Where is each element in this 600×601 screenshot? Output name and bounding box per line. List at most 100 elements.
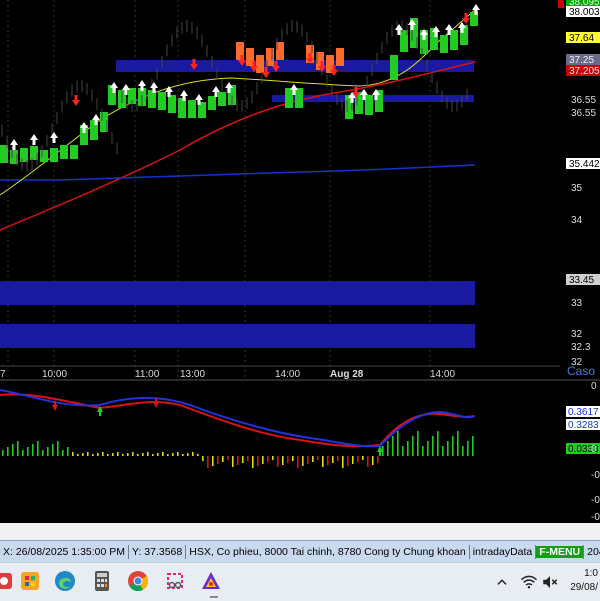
price-label-text: 34 bbox=[571, 215, 583, 226]
price-axis-label: 33 bbox=[571, 298, 583, 309]
histogram-bar bbox=[222, 456, 224, 462]
histogram-bar bbox=[417, 431, 419, 456]
histogram-bar bbox=[277, 456, 279, 467]
candle-bar bbox=[158, 92, 166, 110]
histogram-bar bbox=[472, 436, 474, 456]
histogram-bar bbox=[57, 441, 59, 456]
histogram-bar bbox=[22, 450, 24, 456]
histogram-bar bbox=[287, 456, 289, 463]
indicator-axis-label: -0 bbox=[591, 495, 600, 506]
histogram-bar bbox=[42, 450, 44, 456]
histogram-bar bbox=[387, 441, 389, 456]
amibroker-icon[interactable] bbox=[199, 569, 223, 593]
status-bar: X: 26/08/2025 1:35:00 PM Y: 37.3568 HSX,… bbox=[0, 540, 600, 563]
histogram-bar bbox=[317, 456, 319, 460]
calculator-icon[interactable] bbox=[90, 569, 114, 593]
price-axis-label: 36.55 bbox=[571, 108, 596, 119]
indicator-axis-text: -0 bbox=[591, 470, 600, 481]
histogram-bar bbox=[252, 456, 254, 468]
time-axis-label: Aug 28 bbox=[330, 369, 364, 380]
histogram-bar bbox=[212, 456, 214, 466]
histogram-bar bbox=[12, 444, 14, 456]
histogram-bar bbox=[177, 452, 179, 456]
speaker-muted-icon[interactable] bbox=[541, 573, 559, 591]
price-chart[interactable]: 38.095 38.003 37.64 37.25 37.205 36.55 36.55 35… bbox=[0, 0, 600, 523]
histogram-bar bbox=[192, 452, 194, 456]
indicator-axis-label: -0 bbox=[591, 470, 600, 481]
store-app-icon[interactable] bbox=[18, 569, 42, 593]
time-axis-label: 7 bbox=[0, 369, 6, 380]
wifi-icon[interactable] bbox=[520, 573, 538, 591]
status-coords-x: X: 26/08/2025 1:35:00 PM bbox=[3, 546, 126, 558]
histogram-bar bbox=[87, 452, 89, 456]
time-axis: 7 10:00 11:00 13:00 14:00 Aug 28 14:00 bbox=[0, 369, 455, 380]
histogram-bar bbox=[422, 446, 424, 456]
histogram-bar bbox=[147, 452, 149, 456]
histogram-bar bbox=[247, 456, 249, 461]
histogram-bar bbox=[17, 441, 19, 456]
histogram-bar bbox=[172, 453, 174, 456]
taskbar-clock[interactable]: 1:0 29/08/ bbox=[570, 567, 598, 595]
histogram-bar bbox=[7, 447, 9, 456]
price-label-text: 33 bbox=[571, 298, 583, 309]
histogram-bar bbox=[397, 431, 399, 456]
histogram-bar bbox=[197, 454, 199, 456]
histogram-bar bbox=[352, 456, 354, 464]
histogram-bar bbox=[227, 456, 229, 460]
snipping-tool-icon[interactable] bbox=[163, 569, 187, 593]
candle-bars bbox=[0, 12, 478, 172]
candle-bar bbox=[390, 55, 398, 80]
status-zoom: 204% bbox=[587, 546, 600, 558]
candle-bar bbox=[295, 88, 303, 108]
histogram-bar bbox=[112, 453, 114, 456]
indicator-axis-label: 0.3617 bbox=[566, 406, 600, 418]
histogram-bar bbox=[82, 453, 84, 456]
candle-bar bbox=[365, 95, 373, 115]
edge-browser-icon[interactable] bbox=[53, 569, 77, 593]
price-zone bbox=[0, 324, 475, 348]
histogram-bar bbox=[342, 456, 344, 468]
histogram-bar bbox=[467, 441, 469, 456]
histogram-bar bbox=[92, 454, 94, 456]
indicator-axis: 000.36170.32830.03330-0-0-0 bbox=[566, 381, 600, 523]
histogram-bar bbox=[307, 456, 309, 464]
histogram-bar bbox=[442, 446, 444, 456]
histogram-bar bbox=[32, 444, 34, 456]
histogram-bar bbox=[237, 456, 239, 465]
candle-bar bbox=[40, 150, 48, 162]
histogram-bar bbox=[232, 456, 234, 467]
histogram-bar bbox=[457, 431, 459, 456]
histogram-bar bbox=[97, 453, 99, 456]
histogram-bar bbox=[362, 456, 364, 460]
histogram-bar bbox=[157, 453, 159, 456]
histogram-bar bbox=[347, 456, 349, 466]
chrome-browser-icon[interactable] bbox=[126, 569, 150, 593]
indicator-axis-text: -0 bbox=[591, 512, 600, 523]
taskbar: 1:0 29/08/ bbox=[0, 562, 600, 601]
histogram-bar bbox=[107, 454, 109, 456]
active-app-indicator bbox=[210, 596, 218, 598]
chart-canvas: 38.09538.00337.6437.2537.20536.5536.5535… bbox=[0, 0, 600, 523]
candle-bar bbox=[188, 100, 196, 118]
candle-bar bbox=[208, 96, 216, 110]
price-zone bbox=[0, 281, 475, 305]
histogram-bar bbox=[162, 452, 164, 456]
histogram-bar bbox=[327, 456, 329, 465]
photo-app-icon[interactable] bbox=[0, 569, 16, 593]
histogram-bar bbox=[102, 452, 104, 456]
histogram-bar bbox=[402, 446, 404, 456]
ma-blue-line bbox=[0, 164, 476, 181]
histogram-bar bbox=[322, 456, 324, 467]
time-axis-label: 14:00 bbox=[430, 369, 455, 380]
histogram-bar bbox=[132, 452, 134, 456]
histogram-bar bbox=[77, 454, 79, 456]
chevron-up-icon[interactable] bbox=[495, 575, 509, 589]
f-menu-button[interactable]: F-MENU bbox=[536, 546, 584, 558]
histogram-bar bbox=[187, 453, 189, 456]
indicator-axis-label: 0 bbox=[591, 381, 597, 392]
histogram-bar bbox=[142, 453, 144, 456]
histogram-bar bbox=[72, 452, 74, 456]
price-zone bbox=[116, 60, 474, 72]
indicator-axis-text: 0 bbox=[591, 444, 597, 455]
price-axis-label: 34 bbox=[571, 215, 583, 226]
